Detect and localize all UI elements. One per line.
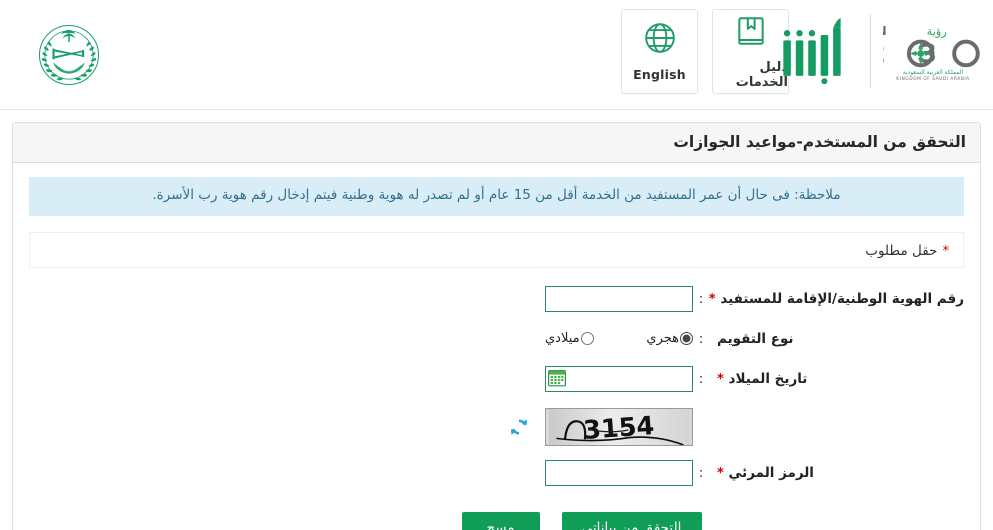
- beneficiary-id-input[interactable]: [545, 285, 693, 312]
- svg-text:VISION: VISION: [883, 24, 888, 38]
- calendar-type-option-hijri[interactable]: هجري: [646, 331, 693, 346]
- svg-text:رؤية: رؤية: [927, 24, 947, 39]
- verification-panel: التحقق من المستخدم-مواعيد الجوازات ملاحظ…: [12, 122, 981, 530]
- header-tool-cards: English دليل الخدمات: [621, 9, 789, 94]
- calendar-type-label: نوع التقويم: [709, 331, 964, 347]
- required-star: *: [942, 243, 950, 259]
- calendar-type-radio-gregorian[interactable]: [580, 332, 594, 346]
- calendar-type-option-gregorian[interactable]: ميلادي: [545, 331, 594, 346]
- calendar-type-colon: :: [698, 330, 704, 347]
- verification-form: رقم الهوية الوطنية/الإقامة للمستفيد * : …: [29, 276, 964, 530]
- form-actions: التحقق من بياناتي مسح: [29, 496, 993, 530]
- svg-text:2: 2: [883, 39, 886, 69]
- site-header: English دليل الخدمات رؤية المملكة العربي…: [0, 0, 993, 110]
- svg-text:المملكة العربية السعودية: المملكة العربية السعودية: [903, 69, 964, 76]
- visual-code-input[interactable]: [545, 459, 693, 486]
- calendar-type-radio-hijri[interactable]: [680, 332, 693, 346]
- language-switch-label: English: [633, 67, 686, 82]
- svg-text:KINGDOM OF SAUDI ARABIA: KINGDOM OF SAUDI ARABIA: [896, 76, 969, 82]
- captcha-row: 3154: [29, 407, 964, 446]
- calendar-type-radio-group: هجري ميلادي: [545, 331, 693, 346]
- beneficiary-id-control: [545, 285, 693, 312]
- globe-icon: [644, 23, 675, 53]
- panel-heading: التحقق من المستخدم-مواعيد الجوازات: [13, 123, 980, 164]
- calendar-icon[interactable]: [548, 369, 566, 387]
- vision-2030-logo-icon: VISION رؤية 2 3 المملكة العربية السعودية…: [883, 24, 980, 82]
- calendar-type-label-text: نوع التقويم: [717, 330, 794, 347]
- captcha-image: 3154: [545, 407, 693, 446]
- form-row-beneficiary-id: رقم الهوية الوطنية/الإقامة للمستفيد * :: [29, 282, 964, 316]
- captcha-holder: 3154: [507, 407, 693, 446]
- birth-date-wrapper: [545, 365, 693, 392]
- verify-my-data-button[interactable]: التحقق من بياناتي: [561, 511, 702, 530]
- form-row-calendar-type: نوع التقويم : هجري ميلادي: [29, 322, 964, 356]
- calendar-type-option-hijri-label: هجري: [646, 331, 679, 347]
- form-row-visual-code: الرمز المرئي * :: [29, 456, 964, 490]
- beneficiary-id-label-text: رقم الهوية الوطنية/الإقامة للمستفيد: [720, 290, 964, 307]
- ministry-of-interior-emblem-icon: [38, 24, 100, 86]
- services-guide-label: دليل الخدمات: [735, 59, 788, 90]
- beneficiary-id-colon: :: [698, 290, 704, 307]
- calendar-type-control: هجري ميلادي: [545, 331, 693, 346]
- page-body: التحقق من المستخدم-مواعيد الجوازات ملاحظ…: [0, 110, 993, 530]
- page-title: التحقق من المستخدم-مواعيد الجوازات: [673, 133, 966, 151]
- birth-date-required-star: *: [717, 371, 724, 387]
- brand-logos: VISION رؤية 2 3 المملكة العربية السعودية…: [778, 14, 983, 88]
- birth-date-input[interactable]: [545, 365, 693, 392]
- required-field-label: حقل مطلوب: [865, 242, 938, 259]
- birth-date-control: [545, 365, 693, 392]
- brand-divider: [870, 14, 871, 88]
- birth-date-colon: :: [698, 370, 704, 387]
- birth-date-label: تاريخ الميلاد *: [709, 371, 964, 387]
- calendar-type-option-gregorian-label: ميلادي: [545, 331, 580, 347]
- birth-date-label-text: تاريخ الميلاد: [728, 370, 808, 387]
- required-field-note: * حقل مطلوب: [29, 231, 964, 268]
- language-switch-english-button[interactable]: English: [621, 9, 698, 94]
- visual-code-colon: :: [698, 464, 704, 481]
- beneficiary-id-required-star: *: [708, 291, 716, 307]
- beneficiary-id-label: رقم الهوية الوطنية/الإقامة للمستفيد *: [709, 291, 964, 307]
- form-row-birth-date: تاريخ الميلاد * :: [29, 362, 964, 396]
- book-icon: [737, 16, 764, 45]
- refresh-captcha-icon[interactable]: [507, 415, 531, 439]
- visual-code-label: الرمز المرئي *: [709, 465, 964, 481]
- panel-body: ملاحظة: فى حال أن عمر المستفيد من الخدمة…: [13, 163, 980, 530]
- clear-button[interactable]: مسح: [461, 511, 540, 530]
- absher-logo-icon: [783, 18, 841, 85]
- info-note-banner: ملاحظة: فى حال أن عمر المستفيد من الخدمة…: [29, 177, 964, 216]
- visual-code-required-star: *: [717, 465, 724, 481]
- visual-code-control: [545, 459, 693, 486]
- visual-code-label-text: الرمز المرئي: [728, 464, 814, 481]
